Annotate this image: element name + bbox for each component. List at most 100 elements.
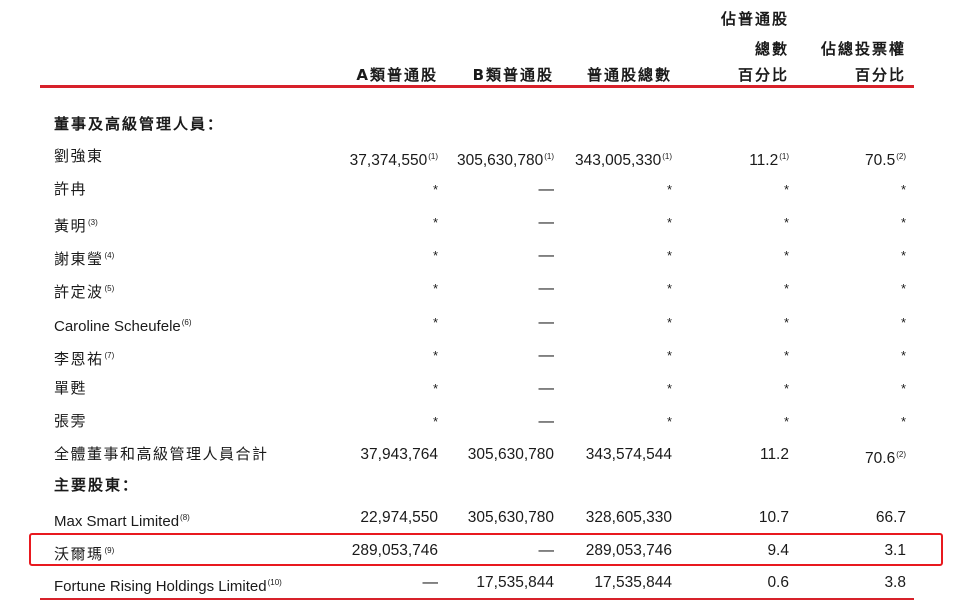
class-b-shares-value: 305,630,780 <box>467 446 554 463</box>
pct-shares: 0.6 <box>767 566 789 599</box>
pct-votes-value: * <box>900 381 906 396</box>
class-a-shares: 22,974,550 <box>360 501 438 534</box>
footnote-ref: (1) <box>662 152 672 161</box>
footnote-ref: (10) <box>267 578 282 587</box>
pct-shares-value: * <box>783 182 789 197</box>
header-class-a: A類普通股 <box>356 66 438 84</box>
holder-name-value: 全體董事和高級管理人員合計 <box>54 445 269 463</box>
footer-rule <box>40 598 914 600</box>
table-row: 全體董事和高級管理人員合計 37,943,764 305,630,780 343,57… <box>0 438 960 471</box>
class-a-shares-value: — <box>422 574 439 591</box>
class-b-shares: — <box>539 405 555 438</box>
pct-votes: 66.7 <box>876 501 906 534</box>
header-pct-votes-line2: 百分比 <box>854 66 906 84</box>
pct-shares-value: * <box>783 381 789 396</box>
pct-shares-value: * <box>783 248 789 263</box>
class-a-shares-value: * <box>432 281 438 296</box>
pct-shares-value: * <box>783 348 789 363</box>
pct-votes-value: * <box>900 315 906 330</box>
pct-votes: * <box>901 339 906 372</box>
pct-votes: 70.5(2) <box>865 140 906 177</box>
holder-name: 許定波(5) <box>54 272 114 309</box>
pct-shares: 10.7 <box>759 501 789 534</box>
total-shares-value: * <box>666 248 672 263</box>
class-b-shares-value: — <box>538 214 555 231</box>
pct-shares: * <box>784 239 789 272</box>
section-major-shareholders: 主要股東： <box>54 476 140 494</box>
footnote-ref: (6) <box>181 318 192 327</box>
holder-name: 黃明(3) <box>54 206 98 243</box>
pct-shares: 11.2 <box>760 438 789 471</box>
header-pct-shares-line3: 百分比 <box>737 66 789 84</box>
total-shares-value: 328,605,330 <box>585 509 672 526</box>
class-b-shares: 305,630,780(1) <box>457 140 554 177</box>
holder-name: 李恩祐(7) <box>54 339 114 376</box>
class-a-shares-value: * <box>432 248 438 263</box>
class-b-shares: 305,630,780 <box>468 501 554 534</box>
footnote-ref: (1) <box>428 152 438 161</box>
class-b-shares: — <box>539 372 555 405</box>
holder-name-value: 單甦 <box>54 379 88 397</box>
footnote-ref: (7) <box>104 351 115 360</box>
table-row: Max Smart Limited(8) 22,974,550 305,630,78… <box>0 501 960 534</box>
pct-votes: * <box>901 372 906 405</box>
total-shares: * <box>667 306 672 339</box>
pct-shares: * <box>784 372 789 405</box>
pct-shares-value: 11.2 <box>759 446 789 463</box>
pct-votes-value: 70.6 <box>865 450 896 467</box>
class-a-shares-value: * <box>432 414 438 429</box>
class-b-shares: — <box>539 272 555 305</box>
table-row: 李恩祐(7) * — * * * <box>0 339 960 372</box>
pct-shares-value: * <box>783 281 789 296</box>
pct-votes-value: * <box>900 281 906 296</box>
section-directors: 董事及高級管理人員： <box>54 115 225 133</box>
pct-votes-value: 70.5 <box>865 152 896 169</box>
footnote-ref: (2) <box>896 450 906 459</box>
pct-votes: * <box>901 173 906 206</box>
class-a-shares: * <box>433 405 438 438</box>
total-shares-value: * <box>666 281 672 296</box>
class-a-shares: 37,374,550(1) <box>350 140 438 177</box>
holder-name-value: 許定波 <box>54 283 104 301</box>
total-shares-value: 343,574,544 <box>585 446 672 463</box>
holder-name: 許冉 <box>54 173 87 206</box>
footnote-ref: (8) <box>180 513 190 522</box>
total-shares: * <box>667 206 672 239</box>
holder-name: 謝東瑩(4) <box>54 239 114 276</box>
holder-name: Caroline Scheufele(6) <box>54 306 192 343</box>
class-b-shares-value: 305,630,780 <box>457 152 544 169</box>
class-b-shares: 305,630,780 <box>468 438 554 471</box>
class-b-shares: — <box>539 173 555 206</box>
total-shares: * <box>667 239 672 272</box>
holder-name: 劉強東 <box>54 140 104 173</box>
class-a-shares-value: * <box>432 315 438 330</box>
pct-votes: * <box>901 405 906 438</box>
total-shares-value: * <box>666 315 672 330</box>
class-a-shares-value: * <box>432 182 438 197</box>
class-b-shares-value: — <box>538 380 555 397</box>
pct-votes-value: * <box>900 182 906 197</box>
pct-shares-value: * <box>783 414 789 429</box>
total-shares: * <box>667 173 672 206</box>
total-shares: 17,535,844 <box>594 566 672 599</box>
total-shares: * <box>667 405 672 438</box>
pct-shares-value: * <box>783 315 789 330</box>
table-row: 張雱 * — * * * <box>0 405 960 438</box>
total-shares-value: * <box>666 215 672 230</box>
pct-shares: 11.2(1) <box>749 140 789 177</box>
holder-name: 全體董事和高級管理人員合計 <box>54 438 269 471</box>
pct-shares-value: * <box>783 215 789 230</box>
total-shares-value: 17,535,844 <box>594 574 672 591</box>
class-a-shares-value: * <box>432 348 438 363</box>
class-b-shares: 17,535,844 <box>476 566 554 599</box>
class-b-shares-value: 305,630,780 <box>467 509 554 526</box>
class-b-shares: — <box>539 206 555 239</box>
total-shares: 328,605,330 <box>586 501 672 534</box>
pct-votes-value: * <box>900 215 906 230</box>
footnote-ref: (1) <box>779 152 789 161</box>
class-a-shares: * <box>433 239 438 272</box>
total-shares-value: * <box>666 348 672 363</box>
holder-name: 張雱 <box>54 405 87 438</box>
class-a-shares: * <box>433 206 438 239</box>
pct-votes: * <box>901 272 906 305</box>
